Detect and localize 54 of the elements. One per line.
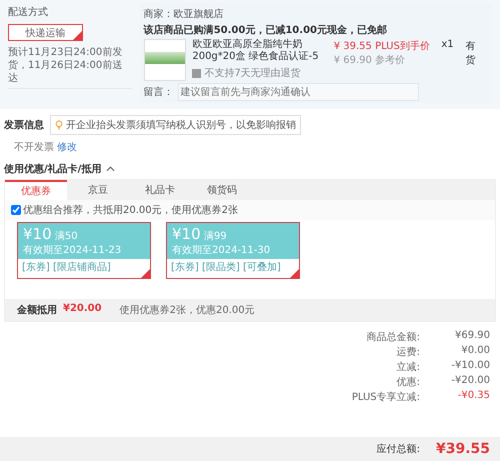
coupon-validity: 有效期至2024-11-23 [23,244,122,257]
summary-label: 优惠: [396,376,420,389]
product-name[interactable]: 欧亚欧亚高原全脂纯牛奶200g*20盒 绿色食品认证-5 [192,39,328,63]
quantity: x1 [440,39,455,50]
coupon-condition: 满99 [204,231,227,242]
coupon-validity: 有效期至2024-11-30 [172,244,272,257]
edit-link[interactable]: 修改 [57,142,78,153]
summary-label: 立减: [396,360,420,374]
seller-name: 商家：欧亚旗舰店 [144,8,225,21]
lightbulb-icon [55,120,63,130]
check-corner-icon [290,269,299,278]
delivery-title: 配送方式 [8,6,49,19]
coupon-amount: ¥10 [23,225,52,243]
deduction-note: 使用优惠券2张，优惠20.00元 [120,304,255,317]
coupon-condition: 满50 [54,231,78,242]
coupon-tags: [东券] [限品类] [可叠加] [171,262,281,273]
coupon-card[interactable]: ¥10 满99 有效期至2024-11-30 [东券] [限品类] [可叠加] [166,222,300,279]
discount-tab[interactable]: 领货码 [191,180,253,200]
shipping-option[interactable]: 快递运输 [8,24,83,41]
summary-value: -¥0.35 [456,390,490,403]
summary-value: -¥20.00 [450,375,490,388]
summary-value: -¥10.00 [450,360,490,373]
reference-price: ¥ 69.90 参考价 [334,54,406,67]
plus-price: ¥ 39.55 PLUS到手价 [334,40,431,53]
invoice-tip: 开企业抬头发票须填写纳税人识别号，以免影响报销 [50,115,301,135]
summary-label: PLUS专享立减: [352,390,420,404]
product-thumbnail [144,39,186,81]
invoice-value: 不开发票 [14,142,54,153]
total-label: 应付总额: [376,442,420,456]
deduction-label: 金额抵用 [17,303,57,317]
deduction-amount: ¥20.00 [63,303,102,316]
summary-value: ¥69.90 [454,330,490,343]
summary-label: 商品总金额: [366,330,420,344]
promo-text: 该店商品已购满50.00元，已减10.00元现金，已免邮 [144,23,388,37]
return-note: 不支持7天无理由退货 [204,66,301,80]
chevron-up-icon[interactable] [106,166,116,172]
recommend-label: 优惠组合推荐，共抵用20.00元，使用优惠券2张 [23,204,238,217]
summary-value: ¥0.00 [460,345,490,358]
coupon-tags: [东券] [限店铺商品] [22,262,111,273]
message-field[interactable]: 建议留言前先与商家沟通确认 [178,83,419,101]
discount-title: 使用优惠/礼品卡/抵用 [4,162,102,176]
recommend-checkbox[interactable] [11,205,21,215]
delivery-estimate: 预计11月23日24:00前发货，11月26日24:00前送达 [8,46,132,89]
discount-tab[interactable]: 优惠券 [5,180,67,200]
discount-tab[interactable]: 礼品卡 [129,180,191,200]
check-corner-icon [141,269,150,278]
coupon-amount: ¥10 [172,225,201,243]
message-label: 留言： [144,86,174,99]
total-amount: ¥39.55 [434,441,490,457]
summary-label: 运费: [396,346,420,359]
discount-tab[interactable]: 京豆 [67,180,129,200]
stock-status: 有货 [464,40,477,67]
invoice-title: 发票信息 [4,118,44,132]
coupon-card[interactable]: ¥10 满50 有效期至2024-11-23 [东券] [限店铺商品] [17,222,151,279]
